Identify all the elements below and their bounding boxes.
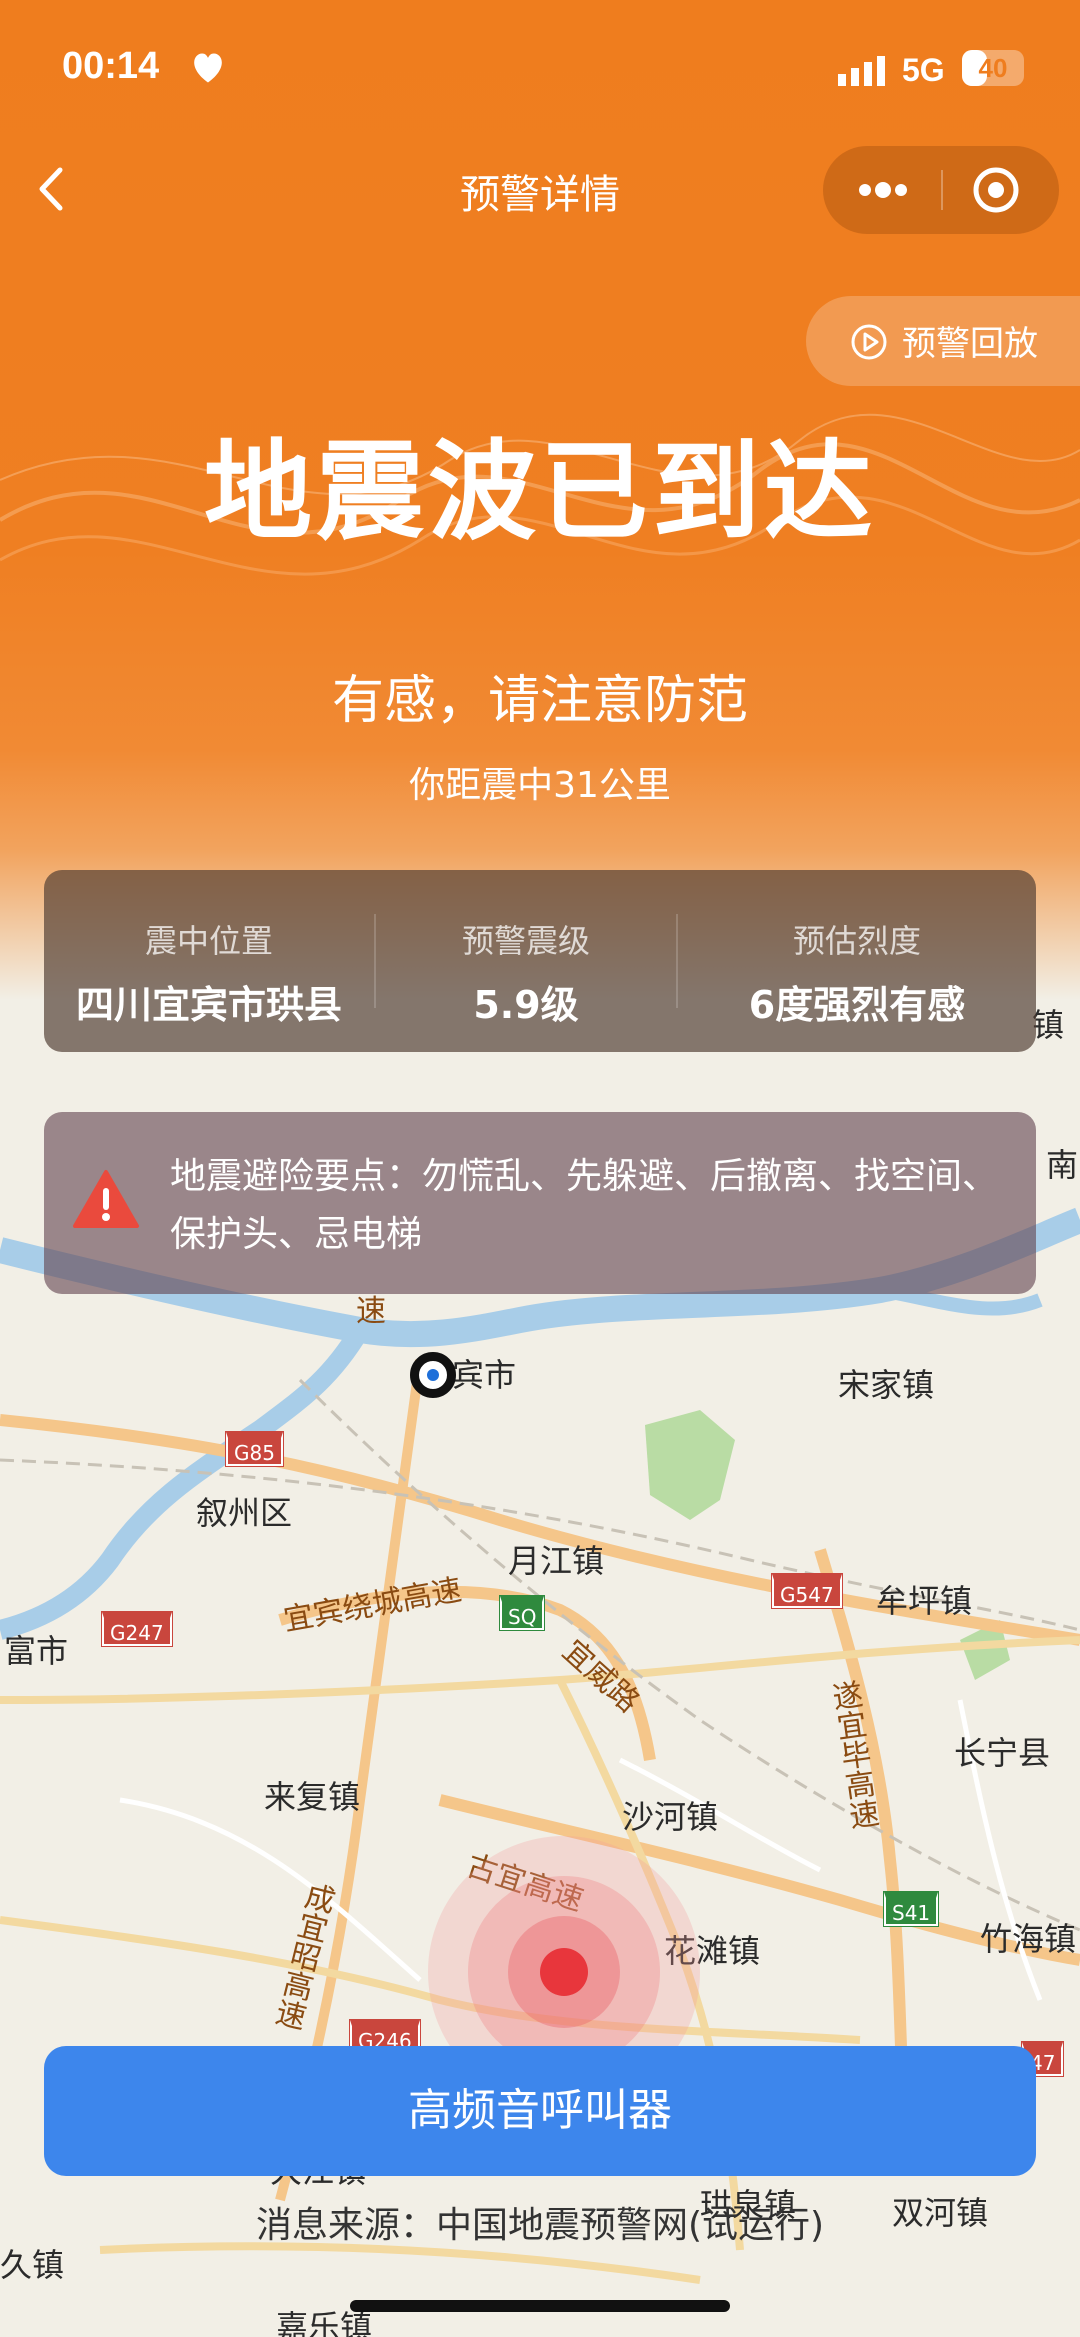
info-label: 预警震级 (461, 922, 590, 960)
place-label: 富市 (4, 1632, 69, 1670)
highway-shield: G247 (102, 1612, 172, 1646)
replay-label: 预警回放 (902, 324, 1038, 364)
battery-icon: 40 (962, 50, 1024, 86)
place-label: 长宁县 (954, 1734, 1051, 1772)
alert-headline: 地震波已到达 (203, 430, 876, 555)
intensity: 预估烈度 6度强烈有感 (678, 870, 1036, 1052)
distance-text: 你距震中31公里 (409, 765, 671, 806)
place-label: 牟坪镇 (876, 1582, 973, 1620)
place-label: 来复镇 (264, 1778, 361, 1816)
play-icon (851, 324, 887, 360)
warning-icon (73, 1170, 139, 1228)
epicenter-location: 震中位置 四川宜宾市珙县 (44, 870, 374, 1052)
info-label: 预估烈度 (792, 922, 921, 960)
highway-shield: S41 (884, 1892, 939, 1926)
info-value: 四川宜宾市珙县 (75, 983, 342, 1027)
user-location-marker (410, 1352, 456, 1398)
place-label: 竹海镇 (980, 1920, 1077, 1958)
safety-tips-card: 地震避险要点：勿慌乱、先躲避、后撤离、找空间、保护头、忌电梯 (44, 1112, 1036, 1294)
place-label: 宾市 (452, 1356, 517, 1394)
signal-icon (838, 56, 885, 86)
highway-shield: G85 (226, 1432, 283, 1466)
info-label: 震中位置 (144, 922, 273, 960)
network-type: 5G (902, 52, 945, 88)
status-time: 00:14 (62, 45, 160, 87)
heart-icon (194, 53, 222, 83)
place-label: 镇 (1032, 1006, 1065, 1044)
alert-subline: 有感，请注意防范 (331, 671, 748, 731)
capsule-divider (941, 170, 943, 210)
miniprogram-capsule (823, 146, 1059, 234)
magnitude: 预警震级 5.9级 (376, 870, 676, 1052)
info-value: 6度强烈有感 (748, 983, 966, 1027)
info-value: 5.9级 (473, 983, 579, 1027)
safety-tips-text: 地震避险要点：勿慌乱、先躲避、后撤离、找空间、保护头、忌电梯 (170, 1156, 999, 1255)
place-label: 月江镇 (508, 1542, 605, 1580)
place-label: 叙州区 (196, 1494, 293, 1532)
home-indicator[interactable] (350, 2300, 730, 2312)
battery-level: 40 (978, 53, 1008, 83)
more-icon[interactable] (855, 176, 911, 204)
replay-button[interactable]: 预警回放 (806, 296, 1080, 386)
highway-shield: G547 (772, 1574, 842, 1608)
highway-shield: SQ (500, 1596, 545, 1630)
message-source: 消息来源：中国地震预警网(试运行) (255, 2205, 825, 2246)
place-label: 宋家镇 (838, 1366, 935, 1404)
close-target-icon[interactable] (972, 166, 1020, 214)
quake-info-card: 震中位置 四川宜宾市珙县 预警震级 5.9级 预估烈度 6度强烈有感 (44, 870, 1036, 1052)
high-frequency-beeper-button[interactable]: 高频音呼叫器 (44, 2046, 1036, 2176)
place-label: 南 (1046, 1146, 1079, 1184)
